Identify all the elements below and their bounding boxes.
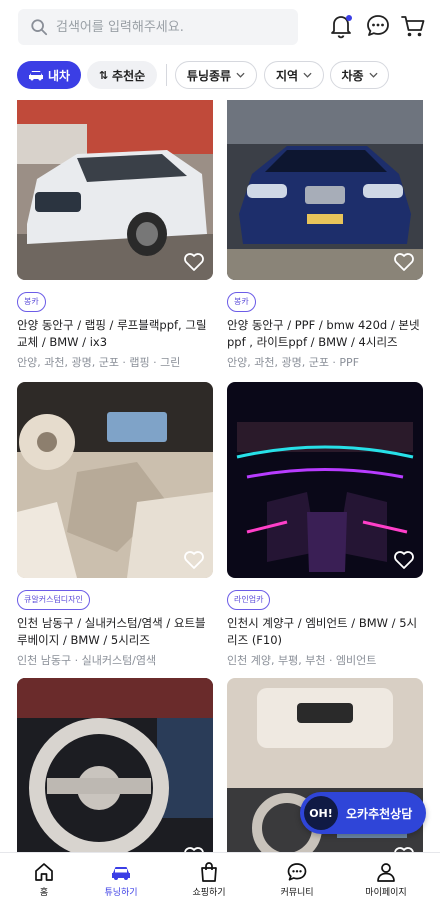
car-model-label: 차종 (341, 68, 364, 83)
nav-label: 홈 (39, 888, 49, 898)
nav-item-mypage[interactable]: 마이페이지 (342, 853, 430, 907)
post-meta: 안양, 과천, 광명, 군포 · 랩핑 · 그린 (17, 356, 181, 369)
heart-icon[interactable] (183, 252, 205, 272)
post-card[interactable]: 봉카 안양 동안구 / PPF / bmw 420d / 본넷ppf , 라이트… (227, 100, 423, 370)
nav-label: 커뮤니티 (280, 888, 314, 898)
bell-icon[interactable] (327, 12, 355, 40)
ambient-light-interior-photo (227, 382, 423, 578)
car-icon (112, 867, 130, 880)
shop-tag: 봉카 (17, 292, 46, 312)
home-icon (35, 863, 53, 881)
post-card[interactable] (17, 678, 213, 852)
steering-wheel-photo (17, 678, 213, 852)
car-icon (28, 71, 43, 81)
nav-label: 튜닝하기 (104, 888, 138, 898)
chevron-down-icon (303, 72, 312, 78)
shopping-bag-icon (201, 862, 217, 882)
search-bar[interactable] (18, 9, 298, 45)
chevron-down-icon (369, 72, 378, 78)
nav-item-community[interactable]: 커뮤니티 (253, 853, 341, 907)
shop-tag: 라인업카 (227, 590, 271, 610)
post-card[interactable]: 큐알커스텀디자인 인천 남동구 / 실내커스텀/염색 / 요트블루베이지 / B… (17, 382, 213, 668)
chat-icon[interactable] (364, 12, 392, 40)
person-icon (377, 863, 395, 882)
nav-item-shopping[interactable]: 쇼핑하기 (165, 853, 253, 907)
post-meta: 안양, 과천, 광명, 군포 · PPF (227, 356, 360, 369)
recommend-consult-button[interactable]: OH! 오카추천상담 (300, 792, 426, 834)
post-card[interactable]: 봉카 안양 동안구 / 랩핑 / 루프블랙ppf, 그릴교체 / BMW / i… (17, 100, 213, 370)
chat-icon (287, 863, 307, 881)
car-model-dropdown[interactable]: 차종 (330, 61, 389, 89)
sort-label: 추천순 (112, 68, 146, 83)
oh-badge: OH! (304, 796, 338, 830)
search-icon (31, 19, 48, 36)
post-image[interactable] (227, 382, 423, 578)
post-image[interactable] (17, 678, 213, 852)
cart-icon[interactable] (399, 12, 427, 40)
post-title: 인천시 계양구 / 엠비언트 / BMW / 5시리즈 (F10) (227, 616, 418, 647)
filter-divider (166, 64, 167, 86)
post-title: 안양 동안구 / PPF / bmw 420d / 본넷ppf , 라이트ppf… (227, 318, 420, 349)
post-card[interactable]: 라인업카 인천시 계양구 / 엠비언트 / BMW / 5시리즈 (F10) 인… (227, 382, 423, 668)
shop-tag: 큐알커스텀디자인 (17, 590, 90, 610)
bottom-nav: 홈 튜닝하기 쇼핑하기 커뮤니티 마이페이지 (0, 852, 440, 907)
my-car-filter-chip[interactable]: 내차 (17, 61, 81, 89)
top-bar (0, 0, 440, 54)
shop-tag: 봉카 (227, 292, 256, 312)
beige-interior-photo (17, 382, 213, 578)
consult-label: 오카추천상담 (346, 806, 413, 821)
nav-label: 마이페이지 (365, 888, 407, 898)
heart-icon[interactable] (393, 550, 415, 570)
filter-bar: 내차 ⇅ 추천순 튜닝종류 지역 차종 (0, 58, 440, 92)
region-label: 지역 (275, 68, 299, 83)
heart-icon[interactable] (393, 252, 415, 272)
region-dropdown[interactable]: 지역 (264, 61, 324, 89)
nav-label: 쇼핑하기 (192, 888, 226, 898)
sort-chip[interactable]: ⇅ 추천순 (87, 61, 157, 89)
heart-icon[interactable] (183, 550, 205, 570)
post-meta: 인천 남동구 · 실내커스텀/염색 (17, 654, 157, 667)
nav-item-home[interactable]: 홈 (0, 853, 88, 907)
post-image[interactable] (17, 100, 213, 280)
search-input[interactable] (54, 18, 288, 36)
chevron-down-icon (236, 72, 245, 78)
my-car-filter-label: 내차 (47, 68, 71, 83)
nav-item-tuning[interactable]: 튜닝하기 (77, 853, 165, 907)
post-title: 인천 남동구 / 실내커스텀/염색 / 요트블루베이지 / BMW / 5시리즈 (17, 616, 206, 647)
post-image[interactable] (227, 100, 423, 280)
sort-arrows-icon: ⇅ (98, 68, 109, 82)
post-grid: 봉카 안양 동안구 / 랩핑 / 루프블랙ppf, 그릴교체 / BMW / i… (0, 100, 440, 852)
post-title: 안양 동안구 / 랩핑 / 루프블랙ppf, 그릴교체 / BMW / ix3 (17, 318, 207, 349)
post-image[interactable] (17, 382, 213, 578)
tuning-type-dropdown[interactable]: 튜닝종류 (175, 61, 257, 89)
post-meta: 인천 계양, 부평, 부천 · 엠비언트 (227, 654, 377, 667)
tuning-type-label: 튜닝종류 (186, 68, 232, 83)
